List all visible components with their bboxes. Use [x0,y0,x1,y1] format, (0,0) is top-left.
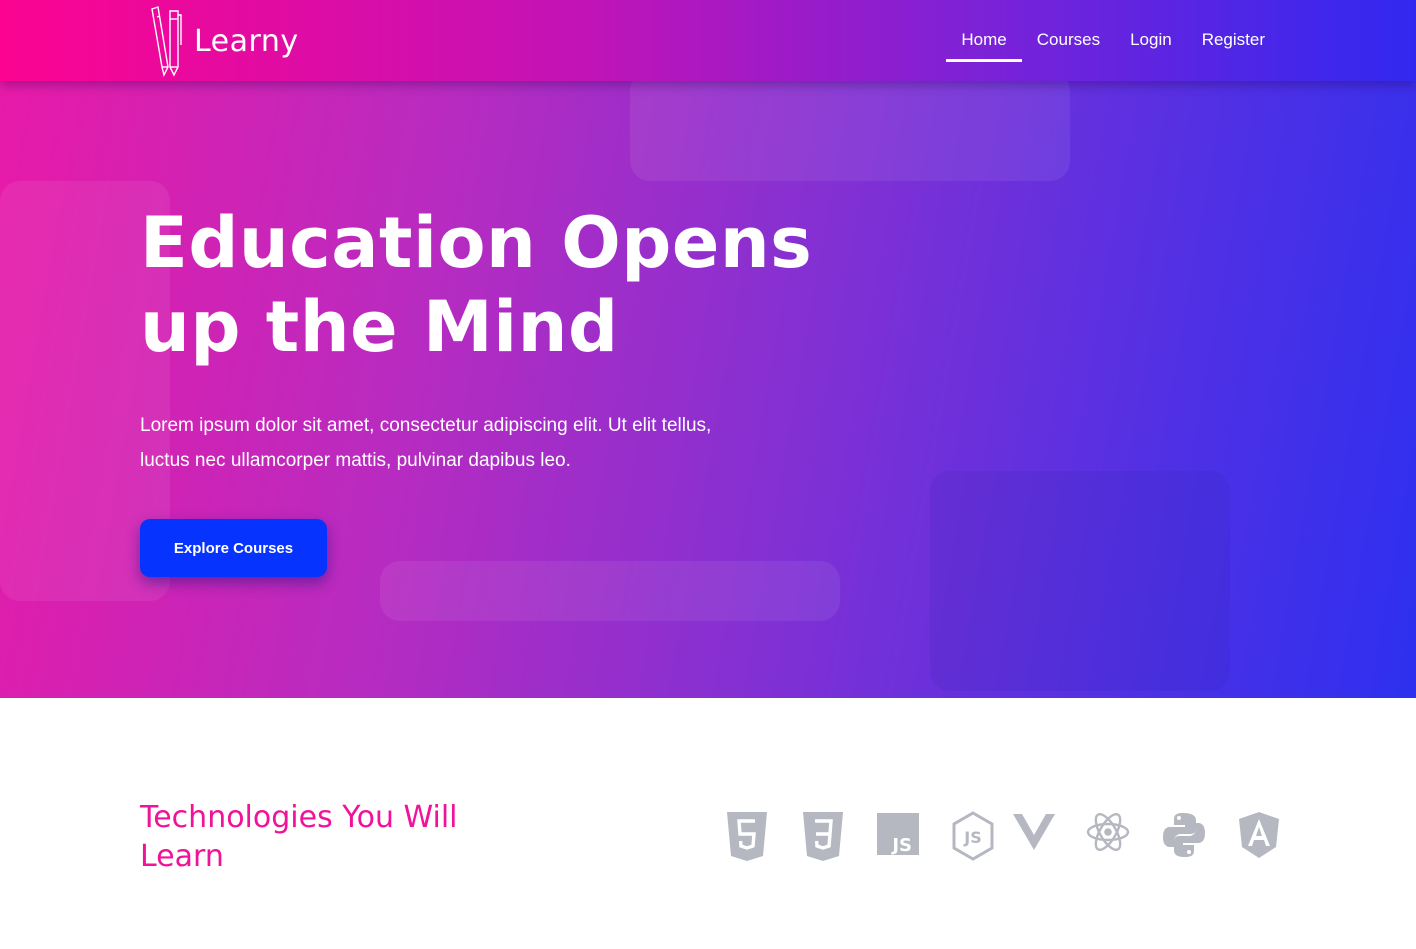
python-icon [1162,810,1206,862]
brand-name: Learny [194,23,299,59]
technologies-title: Technologies You Will Learn [140,800,458,874]
angular-icon [1237,810,1281,862]
background-shape [380,561,840,621]
navbar: Learny Home Courses Login Register [0,0,1416,81]
nodejs-icon: JS [951,810,995,862]
html5-icon [725,810,769,862]
nav-courses[interactable]: Courses [1022,0,1115,62]
hero-description: Lorem ipsum dolor sit amet, consectetur … [140,415,712,471]
main-nav: Home Courses Login Register [946,0,1280,81]
hero-title: Education Opens up the Mind [140,202,813,368]
brand-logo[interactable]: Learny [148,4,299,78]
explore-courses-button[interactable]: Explore Courses [140,519,327,577]
nav-register[interactable]: Register [1187,0,1280,62]
css3-icon [801,810,845,862]
background-shape [930,471,1230,691]
background-shape [630,81,1070,181]
javascript-icon: JS [876,810,920,862]
vue-icon [1012,810,1056,862]
nav-home[interactable]: Home [946,0,1023,62]
hero-section: Education Opens up the Mind Lorem ipsum … [0,81,1416,698]
pencils-icon [151,6,182,77]
svg-text:JS: JS [890,835,912,856]
react-icon [1086,810,1130,862]
nav-login[interactable]: Login [1115,0,1187,62]
svg-text:JS: JS [963,828,981,847]
